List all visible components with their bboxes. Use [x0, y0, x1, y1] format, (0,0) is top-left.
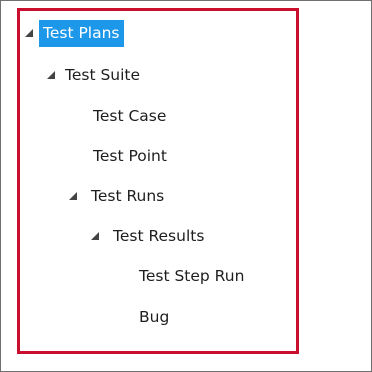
- tree-node-label: Test Point: [93, 147, 167, 165]
- tree-node-test-case[interactable]: Test Case: [89, 103, 170, 129]
- triangle-expanded-icon[interactable]: [45, 62, 57, 88]
- tree-node-label: Bug: [139, 308, 170, 326]
- tree-node-test-runs[interactable]: Test Runs: [67, 183, 168, 209]
- tree-node-label: Test Case: [93, 107, 167, 125]
- tree-node-label: Test Plans: [39, 20, 124, 47]
- tree-node-test-step-run[interactable]: Test Step Run: [135, 263, 248, 289]
- tree-node-label: Test Step Run: [139, 267, 245, 285]
- tree-node-test-point[interactable]: Test Point: [89, 143, 171, 169]
- highlight-frame: [17, 8, 299, 354]
- triangle-expanded-icon[interactable]: [89, 223, 101, 249]
- tree-node-label: Test Suite: [65, 66, 141, 84]
- tree-node-bug[interactable]: Bug: [135, 304, 173, 330]
- tree-node-label: Test Runs: [91, 187, 165, 205]
- triangle-expanded-icon[interactable]: [67, 183, 79, 209]
- tree-node-label: Test Results: [113, 227, 205, 245]
- tree-node-test-results[interactable]: Test Results: [89, 223, 208, 249]
- tree-node-test-suite[interactable]: Test Suite: [45, 62, 144, 88]
- triangle-expanded-icon[interactable]: [23, 20, 35, 46]
- tree-node-test-plans[interactable]: Test Plans: [23, 20, 124, 47]
- tree-panel: Test Plans Test Suite Test Case Test Poi…: [0, 0, 372, 372]
